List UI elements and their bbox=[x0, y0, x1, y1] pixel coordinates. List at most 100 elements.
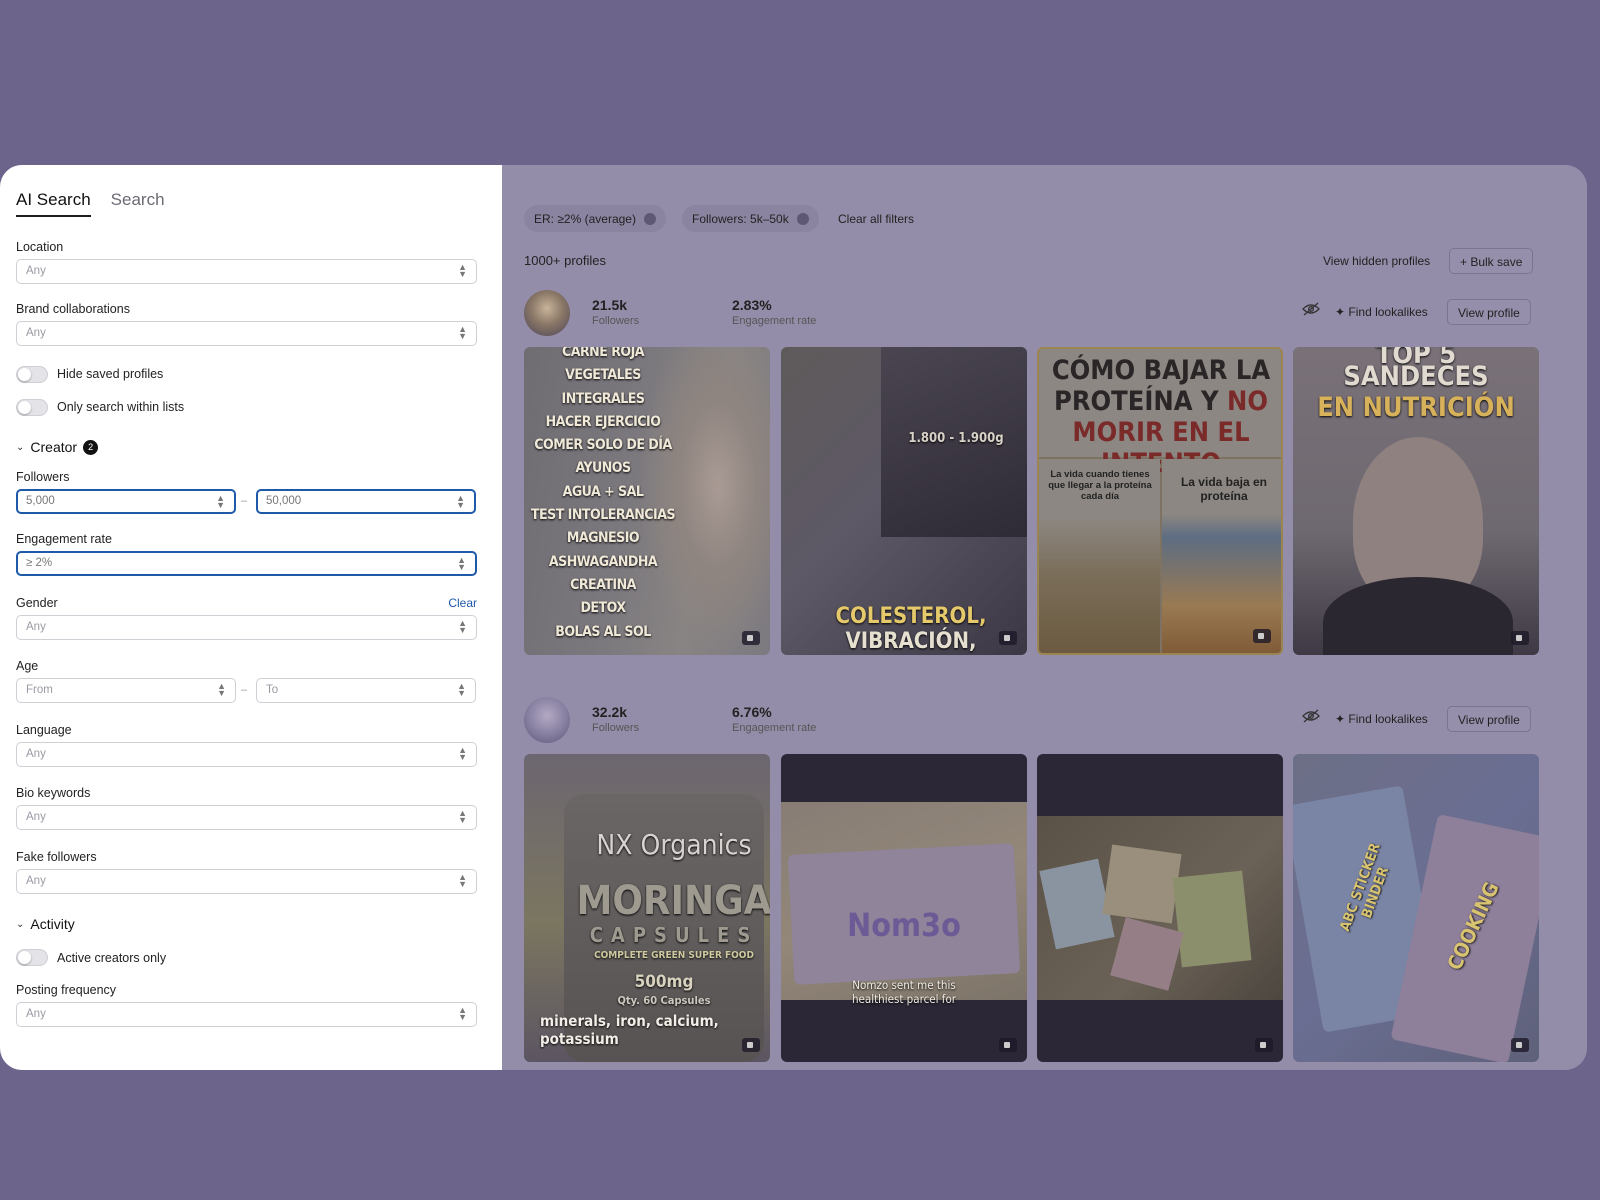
followers-count: 21.5k bbox=[592, 297, 628, 313]
followers-label: Followers bbox=[592, 315, 640, 327]
creator-section-toggle[interactable]: ⌄ Creator 2 bbox=[16, 439, 99, 455]
chevron-updown-icon: ▲ ▼ bbox=[457, 681, 466, 698]
hide-eye-icon[interactable] bbox=[1302, 709, 1320, 723]
post-title-line: PROTEÍNA Y bbox=[1054, 386, 1219, 417]
chevron-updown-icon: ▲ ▼ bbox=[458, 1005, 467, 1022]
activity-section-toggle[interactable]: ⌄ Activity bbox=[16, 916, 75, 932]
post-text: 500mg bbox=[634, 972, 694, 992]
video-icon bbox=[1511, 1038, 1529, 1052]
remove-chip-icon[interactable] bbox=[796, 212, 809, 225]
brand-label: Brand collaborations bbox=[16, 302, 130, 316]
age-to-select[interactable]: To ▲ ▼ bbox=[256, 678, 476, 703]
video-icon bbox=[1511, 631, 1529, 645]
remove-chip-icon[interactable] bbox=[643, 212, 656, 225]
post-thumbnail[interactable] bbox=[1037, 754, 1283, 1062]
find-lookalikes-button[interactable]: ✦ Find lookalikes bbox=[1335, 712, 1428, 726]
post-text: MORINGA bbox=[576, 878, 771, 924]
engagement-label: Engagement rate bbox=[16, 532, 112, 546]
followers-min-value: 5,000 bbox=[26, 495, 55, 507]
post-text-line: ASHWAGANDHA bbox=[548, 553, 658, 570]
gender-value: Any bbox=[26, 621, 46, 633]
chevron-updown-icon: ▲ ▼ bbox=[458, 618, 467, 635]
engagement-label: Engagement rate bbox=[732, 315, 817, 327]
post-caption-line: potassium bbox=[540, 1030, 619, 1048]
post-text: NX Organics bbox=[596, 828, 752, 861]
engagement-input[interactable]: ≥ 2% ▲ ▼ bbox=[16, 551, 477, 576]
clear-all-filters-link[interactable]: Clear all filters bbox=[838, 212, 914, 226]
chevron-updown-icon: ▲ ▼ bbox=[216, 493, 225, 510]
bulk-save-button[interactable]: + Bulk save bbox=[1449, 248, 1534, 274]
language-value: Any bbox=[26, 748, 46, 760]
post-text-line: DETOX bbox=[580, 600, 626, 617]
chevron-updown-icon: ▲ ▼ bbox=[458, 872, 467, 889]
post-text-line: TEST INTOLERANCIAS bbox=[530, 507, 676, 524]
active-only-toggle[interactable] bbox=[16, 949, 48, 966]
location-select[interactable]: Any ▲ ▼ bbox=[16, 259, 477, 284]
post-text: CAPSULES bbox=[589, 923, 759, 947]
post-thumbnail[interactable]: ABC STICKER BINDER COOKING bbox=[1293, 754, 1539, 1062]
search-tabs: AI Search Search bbox=[16, 190, 165, 217]
creator-count-badge: 2 bbox=[83, 439, 99, 455]
fake-value: Any bbox=[26, 875, 46, 887]
only-lists-toggle[interactable] bbox=[16, 399, 48, 416]
video-icon bbox=[999, 1038, 1017, 1052]
avatar[interactable] bbox=[524, 697, 570, 743]
engagement-value: ≥ 2% bbox=[26, 557, 53, 569]
video-icon bbox=[1253, 629, 1271, 643]
view-profile-button[interactable]: View profile bbox=[1447, 706, 1531, 732]
post-text-list: CARNE ROJA VEGETALES INTEGRALES HACER EJ… bbox=[528, 347, 678, 644]
post-caption-line: minerals, iron, calcium, bbox=[540, 1012, 719, 1030]
brand-select[interactable]: Any ▲ ▼ bbox=[16, 321, 477, 346]
tab-ai-search[interactable]: AI Search bbox=[16, 190, 91, 217]
post-thumbnail[interactable]: 1.800 - 1.900g COLESTEROL, VIBRACIÓN, bbox=[781, 347, 1027, 655]
post-thumbnail[interactable]: NX Organics MORINGA CAPSULES COMPLETE GR… bbox=[524, 754, 770, 1062]
chevron-updown-icon: ▲ ▼ bbox=[457, 555, 466, 572]
post-caption: Nomzo sent me this healthiest parcel for bbox=[791, 978, 1017, 1006]
age-from-select[interactable]: From ▲ ▼ bbox=[16, 678, 236, 703]
fake-select[interactable]: Any ▲ ▼ bbox=[16, 869, 477, 894]
hide-eye-icon[interactable] bbox=[1302, 302, 1320, 316]
posting-select[interactable]: Any ▲ ▼ bbox=[16, 1002, 477, 1027]
post-text: EN NUTRICIÓN bbox=[1317, 392, 1515, 423]
post-text-line: CARNE ROJA bbox=[561, 347, 645, 360]
post-thumbnail[interactable]: Nom3o Nomzo sent me this healthiest parc… bbox=[781, 754, 1027, 1062]
post-text-line: COMER SOLO DE DÍA bbox=[534, 437, 672, 454]
find-lookalikes-label: Find lookalikes bbox=[1348, 712, 1428, 726]
bio-select[interactable]: Any ▲ ▼ bbox=[16, 805, 477, 830]
post-thumbnail[interactable]: CÓMO BAJAR LA PROTEÍNA Y NO MORIR EN EL … bbox=[1037, 347, 1283, 655]
hide-saved-toggle[interactable] bbox=[16, 366, 48, 383]
tab-search[interactable]: Search bbox=[111, 190, 165, 217]
post-title-line: NO bbox=[1227, 386, 1268, 417]
post-text: COMPLETE GREEN SUPER FOOD bbox=[594, 950, 754, 961]
age-to-value: To bbox=[266, 684, 279, 696]
bio-value: Any bbox=[26, 811, 46, 823]
avatar[interactable] bbox=[524, 290, 570, 336]
post-text-line: BOLAS AL SOL bbox=[555, 623, 651, 640]
post-text: 1.800 - 1.900g bbox=[908, 431, 1004, 446]
followers-max-input[interactable]: 50,000 ▲ ▼ bbox=[256, 489, 476, 514]
posting-value: Any bbox=[26, 1008, 46, 1020]
post-thumbnail[interactable]: TOP 5 SANDECES EN NUTRICIÓN bbox=[1293, 347, 1539, 655]
chevron-updown-icon: ▲ ▼ bbox=[456, 493, 465, 510]
gender-select[interactable]: Any ▲ ▼ bbox=[16, 615, 477, 640]
filter-chip-label: Followers: 5k–50k bbox=[692, 211, 789, 226]
post-text: COLESTEROL, bbox=[835, 604, 987, 629]
post-thumbnail[interactable]: CARNE ROJA VEGETALES INTEGRALES HACER EJ… bbox=[524, 347, 770, 655]
video-icon bbox=[999, 631, 1017, 645]
view-hidden-link[interactable]: View hidden profiles bbox=[1323, 254, 1430, 268]
engagement-label: Engagement rate bbox=[732, 722, 817, 734]
find-lookalikes-button[interactable]: ✦ Find lookalikes bbox=[1335, 305, 1428, 319]
results-count: 1000+ profiles bbox=[524, 253, 607, 268]
language-select[interactable]: Any ▲ ▼ bbox=[16, 742, 477, 767]
chevron-updown-icon: ▲ ▼ bbox=[458, 262, 467, 279]
followers-min-input[interactable]: 5,000 ▲ ▼ bbox=[16, 489, 236, 514]
view-profile-button[interactable]: View profile bbox=[1447, 299, 1531, 325]
post-text-line: AYUNOS bbox=[575, 460, 631, 477]
gender-clear-link[interactable]: Clear bbox=[448, 596, 477, 610]
followers-label: Followers bbox=[592, 722, 640, 734]
bio-label: Bio keywords bbox=[16, 786, 91, 800]
filter-chip-er: ER: ≥2% (average) bbox=[524, 205, 666, 232]
post-caption: La vida baja en proteína bbox=[1180, 475, 1268, 503]
video-icon bbox=[742, 1038, 760, 1052]
chevron-updown-icon: ▲ ▼ bbox=[458, 324, 467, 341]
